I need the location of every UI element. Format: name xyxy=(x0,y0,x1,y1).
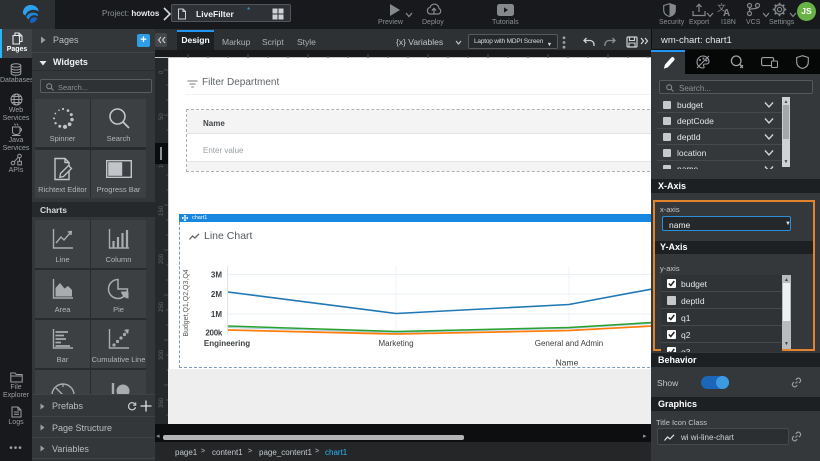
svg-text:1M: 1M xyxy=(211,310,222,319)
svg-text:Budget,Q1,Q2,Q3,Q4: Budget,Q1,Q2,Q3,Q4 xyxy=(183,269,190,336)
svg-text:Engineering: Engineering xyxy=(204,339,250,348)
svg-text:250: 250 xyxy=(159,301,165,312)
svg-text:Marketing: Marketing xyxy=(378,339,413,348)
svg-text:300: 300 xyxy=(159,349,165,360)
svg-text:2M: 2M xyxy=(211,290,222,299)
svg-text:150: 150 xyxy=(159,205,165,216)
svg-text:Name: Name xyxy=(556,358,579,368)
svg-text:50: 50 xyxy=(159,113,165,120)
svg-text:General and Admin: General and Admin xyxy=(535,339,604,348)
svg-text:3M: 3M xyxy=(211,271,222,280)
svg-text:0: 0 xyxy=(159,70,165,74)
svg-text:200: 200 xyxy=(159,253,165,264)
svg-text:200k: 200k xyxy=(205,329,222,338)
svg-text:A: A xyxy=(723,8,730,17)
svg-text:350: 350 xyxy=(159,397,165,408)
